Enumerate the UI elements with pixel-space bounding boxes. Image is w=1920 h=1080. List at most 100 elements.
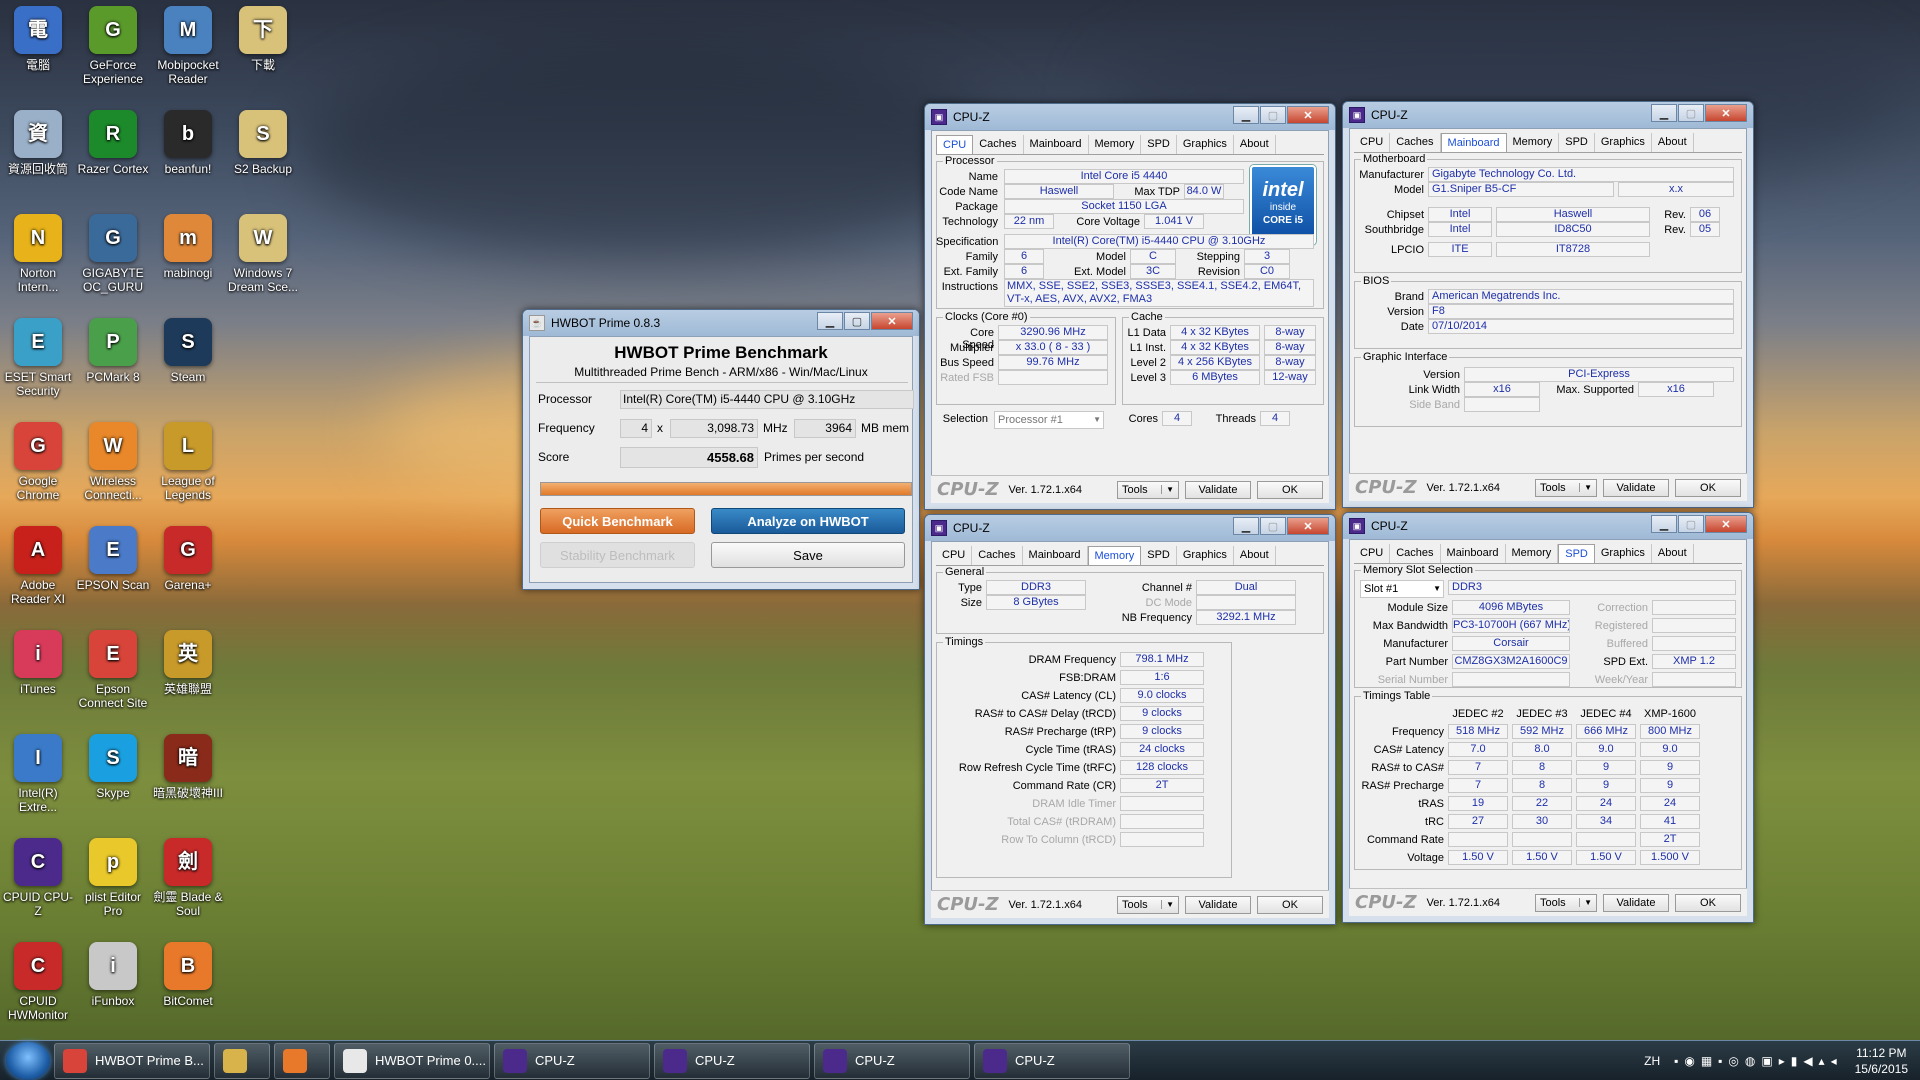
desktop-icon[interactable]: S Skype bbox=[75, 734, 151, 800]
desktop-icon[interactable]: 資資源回收筒 bbox=[0, 110, 76, 176]
desktop-icon[interactable]: 電電腦 bbox=[0, 6, 76, 72]
tab-caches[interactable]: Caches bbox=[1390, 133, 1441, 152]
cpuz-title-bar[interactable]: ▣ CPU-Z ▁ ▢ ✕ bbox=[1343, 513, 1753, 539]
taskbar-button[interactable]: CPU-Z bbox=[814, 1042, 970, 1079]
validate-button[interactable]: Validate bbox=[1185, 895, 1251, 914]
desktop-icon[interactable]: E EPSON Scan bbox=[75, 526, 151, 592]
desktop-icon[interactable]: 英英雄聯盟 bbox=[150, 630, 226, 696]
close-button[interactable]: ✕ bbox=[1287, 517, 1329, 535]
minimize-button[interactable]: ▁ bbox=[1651, 515, 1677, 533]
desktop-icon[interactable]: G GeForce Experience bbox=[75, 6, 151, 86]
start-button[interactable] bbox=[6, 1041, 50, 1080]
tab-spd[interactable]: SPD bbox=[1141, 135, 1177, 154]
taskbar-button[interactable]: CPU-Z bbox=[974, 1042, 1130, 1079]
tab-graphics[interactable]: Graphics bbox=[1177, 546, 1234, 565]
close-button[interactable]: ✕ bbox=[1287, 106, 1329, 124]
desktop-icon[interactable]: S S2 Backup bbox=[225, 110, 301, 176]
analyze-hwbot-button[interactable]: Analyze on HWBOT bbox=[711, 508, 905, 534]
desktop-icon[interactable]: b beanfun! bbox=[150, 110, 226, 176]
close-button[interactable]: ✕ bbox=[871, 312, 913, 330]
taskbar-button[interactable]: HWBOT Prime B... bbox=[54, 1042, 210, 1079]
desktop-icon[interactable]: E ESET Smart Security bbox=[0, 318, 76, 398]
desktop-icon[interactable]: C CPUID HWMonitor bbox=[0, 942, 76, 1022]
tab-about[interactable]: About bbox=[1234, 546, 1276, 565]
desktop-icon[interactable]: W Windows 7 Dream Sce... bbox=[225, 214, 301, 294]
slot-select[interactable]: Slot #1 ▼ bbox=[1360, 580, 1444, 598]
tab-memory[interactable]: Memory bbox=[1089, 135, 1142, 154]
maximize-button[interactable]: ▢ bbox=[1260, 106, 1286, 124]
desktop-icon[interactable]: R Razer Cortex bbox=[75, 110, 151, 176]
tab-memory[interactable]: Memory bbox=[1507, 133, 1560, 152]
tab-mainboard[interactable]: Mainboard bbox=[1441, 544, 1506, 563]
desktop-icon[interactable]: G Garena+ bbox=[150, 526, 226, 592]
validate-button[interactable]: Validate bbox=[1603, 478, 1669, 497]
save-button[interactable]: Save bbox=[711, 542, 905, 568]
tab-spd[interactable]: SPD bbox=[1141, 546, 1177, 565]
ok-button[interactable]: OK bbox=[1675, 893, 1741, 912]
cpuz-title-bar[interactable]: ▣ CPU-Z ▁ ▢ ✕ bbox=[1343, 102, 1753, 128]
desktop-icon[interactable]: I Intel(R) Extre... bbox=[0, 734, 76, 814]
tab-about[interactable]: About bbox=[1234, 135, 1276, 154]
taskbar-button[interactable] bbox=[274, 1042, 330, 1079]
desktop-icon[interactable]: S Steam bbox=[150, 318, 226, 384]
close-button[interactable]: ✕ bbox=[1705, 515, 1747, 533]
tools-button[interactable]: Tools ▼ bbox=[1117, 480, 1179, 499]
desktop-icon[interactable]: 劍劍靈 Blade & Soul bbox=[150, 838, 226, 918]
desktop-icon[interactable]: P PCMark 8 bbox=[75, 318, 151, 384]
tab-graphics[interactable]: Graphics bbox=[1595, 544, 1652, 563]
tab-about[interactable]: About bbox=[1652, 544, 1694, 563]
tab-memory[interactable]: Memory bbox=[1087, 546, 1142, 565]
tab-mainboard[interactable]: Mainboard bbox=[1440, 133, 1507, 152]
tools-button[interactable]: Tools ▼ bbox=[1535, 478, 1597, 497]
tools-button[interactable]: Tools ▼ bbox=[1535, 893, 1597, 912]
tab-spd[interactable]: SPD bbox=[1558, 544, 1595, 563]
desktop-icon[interactable]: C CPUID CPU-Z bbox=[0, 838, 76, 918]
tab-cpu[interactable]: CPU bbox=[1354, 133, 1391, 152]
tab-memory[interactable]: Memory bbox=[1506, 544, 1559, 563]
tab-cpu[interactable]: CPU bbox=[936, 135, 974, 154]
tab-graphics[interactable]: Graphics bbox=[1177, 135, 1234, 154]
ok-button[interactable]: OK bbox=[1257, 895, 1323, 914]
desktop-icon[interactable]: G GIGABYTE OC_GURU bbox=[75, 214, 151, 294]
maximize-button[interactable]: ▢ bbox=[844, 312, 870, 330]
validate-button[interactable]: Validate bbox=[1603, 893, 1669, 912]
maximize-button[interactable]: ▢ bbox=[1678, 104, 1704, 122]
tab-mainboard[interactable]: Mainboard bbox=[1023, 546, 1088, 565]
ok-button[interactable]: OK bbox=[1675, 478, 1741, 497]
taskbar-button[interactable]: CPU-Z bbox=[494, 1042, 650, 1079]
desktop-icon[interactable]: A Adobe Reader XI bbox=[0, 526, 76, 606]
language-indicator[interactable]: ZH bbox=[1644, 1054, 1660, 1068]
close-button[interactable]: ✕ bbox=[1705, 104, 1747, 122]
ok-button[interactable]: OK bbox=[1257, 480, 1323, 499]
desktop-icon[interactable]: E Epson Connect Site bbox=[75, 630, 151, 710]
tab-caches[interactable]: Caches bbox=[1390, 544, 1441, 563]
tab-cpu[interactable]: CPU bbox=[936, 546, 973, 565]
desktop-icon[interactable]: 暗暗黑破壞神III bbox=[150, 734, 226, 800]
desktop-icon[interactable]: L League of Legends bbox=[150, 422, 226, 502]
desktop-icon[interactable]: p plist Editor Pro bbox=[75, 838, 151, 918]
tab-about[interactable]: About bbox=[1652, 133, 1694, 152]
taskbar-button[interactable] bbox=[214, 1042, 270, 1079]
tab-caches[interactable]: Caches bbox=[972, 546, 1023, 565]
maximize-button[interactable]: ▢ bbox=[1678, 515, 1704, 533]
desktop-icon[interactable]: B BitComet bbox=[150, 942, 226, 1008]
desktop-icon[interactable]: G Google Chrome bbox=[0, 422, 76, 502]
minimize-button[interactable]: ▁ bbox=[1233, 106, 1259, 124]
processor-select[interactable]: Processor #1 ▼ bbox=[994, 411, 1104, 429]
desktop-icon[interactable]: 下下載 bbox=[225, 6, 301, 72]
tray-icons[interactable]: ▪◉▦▪◎◍▣▸▮◀▴◂ bbox=[1674, 1054, 1843, 1068]
maximize-button[interactable]: ▢ bbox=[1260, 517, 1286, 535]
minimize-button[interactable]: ▁ bbox=[1233, 517, 1259, 535]
minimize-button[interactable]: ▁ bbox=[817, 312, 843, 330]
tab-caches[interactable]: Caches bbox=[973, 135, 1024, 154]
minimize-button[interactable]: ▁ bbox=[1651, 104, 1677, 122]
taskbar-button[interactable]: CPU-Z bbox=[654, 1042, 810, 1079]
desktop-icon[interactable]: i iTunes bbox=[0, 630, 76, 696]
tab-spd[interactable]: SPD bbox=[1559, 133, 1595, 152]
cpuz-title-bar[interactable]: ▣ CPU-Z ▁ ▢ ✕ bbox=[925, 515, 1335, 541]
stability-benchmark-button[interactable]: Stability Benchmark bbox=[540, 542, 695, 568]
desktop-icon[interactable]: N Norton Intern... bbox=[0, 214, 76, 294]
quick-benchmark-button[interactable]: Quick Benchmark bbox=[540, 508, 695, 534]
cpuz-title-bar[interactable]: ▣ CPU-Z ▁ ▢ ✕ bbox=[925, 104, 1335, 130]
tab-mainboard[interactable]: Mainboard bbox=[1024, 135, 1089, 154]
